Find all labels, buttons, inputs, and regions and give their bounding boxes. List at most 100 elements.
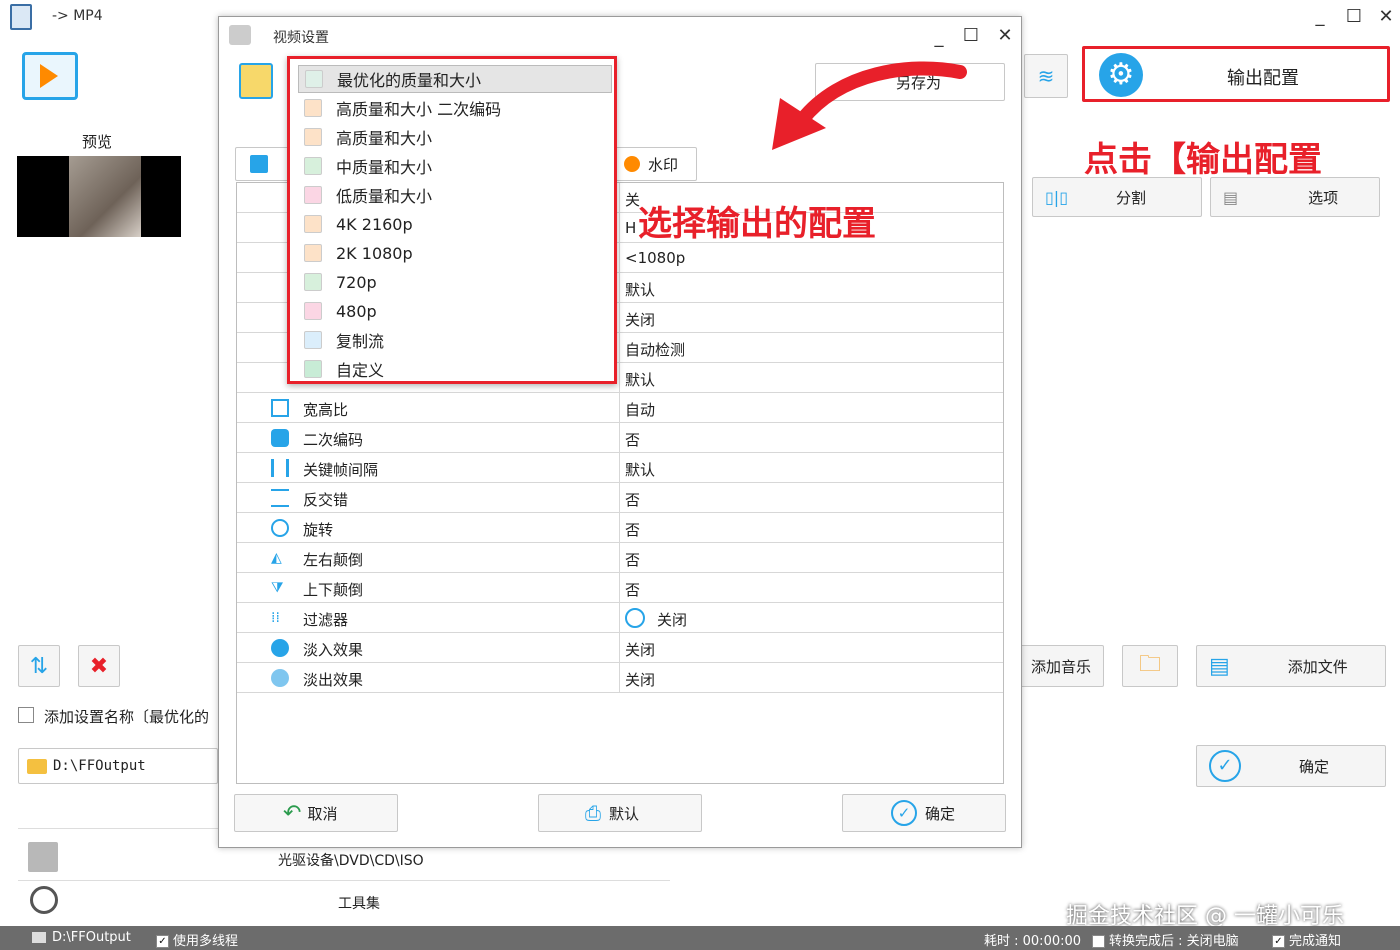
notify-checkbox[interactable]: ✓ 完成通知 (1272, 930, 1341, 949)
preset-option[interactable]: 自定义 (298, 355, 612, 383)
preview-label: 预览 (82, 133, 113, 151)
table-row[interactable]: ◭ 左右颠倒否 (237, 543, 1003, 573)
multithread-checkbox[interactable]: ✓ 使用多线程 (156, 930, 238, 949)
table-row[interactable]: ⧩ 上下颠倒否 (237, 573, 1003, 603)
preset-video-icon (304, 244, 322, 262)
dialog-minimize-icon[interactable]: _ (927, 27, 951, 48)
layers-button[interactable]: ≋ (1024, 54, 1068, 98)
preset-video-icon (304, 128, 322, 146)
gear-icon: ⚙ (1099, 53, 1143, 97)
dialog-default-button[interactable]: ⎙ 默认 (538, 794, 702, 832)
video-tab-icon (250, 155, 268, 173)
sort-button[interactable]: ⇅ (18, 645, 60, 687)
preset-icon (239, 63, 273, 99)
dialog-cancel-button[interactable]: ↶ 取消 (234, 794, 398, 832)
preset-option[interactable]: 最优化的质量和大小 (298, 65, 612, 93)
divider (18, 880, 670, 881)
add-folder-button[interactable]: 🗀 (1122, 645, 1178, 687)
output-folder-field[interactable]: D:\FFOutput (18, 748, 218, 784)
fade-in-icon (271, 639, 289, 657)
table-row[interactable]: 旋转否 (237, 513, 1003, 543)
preview-thumbnail (17, 156, 181, 237)
preset-option[interactable]: 中质量和大小 (298, 152, 612, 180)
aspect-ratio-icon (271, 399, 289, 417)
dialog-ok-button[interactable]: ✓ 确定 (842, 794, 1006, 832)
flip-vertical-icon: ⧩ (271, 580, 284, 596)
options-icon: ▤ (1223, 187, 1239, 207)
disc-icon (28, 842, 58, 872)
keyframe-icon (271, 459, 289, 477)
minimize-icon[interactable]: _ (1308, 6, 1332, 27)
add-folder-icon: 🗀 (1138, 652, 1161, 677)
preset-video-icon (304, 302, 322, 320)
table-row[interactable]: 关键帧间隔 默认 (237, 453, 1003, 483)
add-music-button[interactable]: 添加音乐 (1010, 645, 1104, 687)
remove-button[interactable]: ✖ (78, 645, 120, 687)
preset-option[interactable]: 4K 2160p (298, 210, 612, 238)
close-icon[interactable]: ✕ (1374, 6, 1398, 27)
preset-option[interactable]: 2K 1080p (298, 239, 612, 267)
status-output-path[interactable]: D:\FFOutput (52, 930, 131, 945)
list-item-tools[interactable]: 工具集 (338, 893, 380, 913)
preset-option[interactable]: 480p (298, 297, 612, 325)
preset-video-icon (304, 215, 322, 233)
split-button[interactable]: ▯|▯ 分割 (1032, 177, 1202, 217)
dialog-check-icon: ✓ (891, 800, 917, 826)
status-bar: D:\FFOutput ✓ 使用多线程 耗时 : 00:00:00 转换完成后 :… (0, 926, 1400, 950)
preset-video-icon (304, 273, 322, 291)
select-output-config-note: 选择输出的配置 (638, 204, 876, 244)
filter-off-icon (625, 608, 645, 628)
click-output-config-note: 点击【输出配置 (1084, 140, 1322, 180)
preset-video-icon (304, 186, 322, 204)
red-arrow-icon (772, 61, 967, 150)
preset-option[interactable]: 高质量和大小 二次编码 (298, 94, 612, 122)
split-icon: ▯|▯ (1045, 187, 1068, 207)
two-pass-icon (271, 429, 289, 447)
fade-out-icon (271, 669, 289, 687)
toolbox-icon (30, 886, 58, 914)
watermark-tab-icon (624, 156, 640, 172)
app-icon (10, 4, 32, 30)
filter-icon: ⁞⁞ (271, 610, 280, 626)
video-file-icon (22, 52, 78, 100)
preset-video-icon (304, 99, 322, 117)
check-circle-icon: ✓ (1209, 750, 1241, 782)
preset-option[interactable]: 低质量和大小 (298, 181, 612, 209)
dialog-close-icon[interactable]: ✕ (993, 25, 1017, 46)
tab-video[interactable] (235, 147, 295, 181)
table-row[interactable]: ⁞⁞ 过滤器 关闭 (237, 603, 1003, 633)
dialog-app-icon (229, 25, 251, 45)
table-row[interactable]: 淡出效果 关闭 (237, 663, 1003, 693)
preset-option[interactable]: 复制流 (298, 326, 612, 354)
add-setting-name-label: 添加设置名称〔最优化的 (44, 708, 210, 726)
output-folder-icon (32, 932, 46, 943)
table-row[interactable]: 二次编码否 (237, 423, 1003, 453)
preset-dropdown[interactable]: 最优化的质量和大小 高质量和大小 二次编码 高质量和大小 中质量和大小 低质量和… (287, 56, 617, 384)
deinterlace-icon (271, 489, 289, 507)
elapsed-time: 耗时 : 00:00:00 (984, 934, 1082, 949)
preset-video-icon (305, 70, 323, 88)
preset-option[interactable]: 720p (298, 268, 612, 296)
custom-icon (304, 360, 322, 378)
tab-watermark[interactable]: 水印 (615, 147, 697, 181)
maximize-icon[interactable]: ☐ (1342, 6, 1366, 27)
list-item-dvd[interactable]: 光驱设备\DVD\CD\ISO (278, 850, 424, 870)
add-setting-name-checkbox[interactable] (18, 707, 34, 723)
dialog-maximize-icon[interactable]: ☐ (959, 25, 983, 46)
table-row[interactable]: 淡入效果 关闭 (237, 633, 1003, 663)
dialog-title: 视频设置 (273, 30, 329, 46)
add-file-button[interactable]: ▤ 添加文件 (1196, 645, 1386, 687)
preset-option[interactable]: 高质量和大小 (298, 123, 612, 151)
options-button[interactable]: ▤ 选项 (1210, 177, 1380, 217)
main-ok-button[interactable]: ✓ 确定 (1196, 745, 1386, 787)
add-file-icon: ▤ (1209, 653, 1230, 679)
after-convert-checkbox[interactable]: 转换完成后 : 关闭电脑 (1092, 930, 1239, 949)
undo-arrow-icon: ↶ (283, 800, 302, 826)
output-config-button[interactable]: ⚙ 输出配置 (1082, 46, 1390, 102)
table-row[interactable]: 反交错否 (237, 483, 1003, 513)
rotate-icon (271, 519, 289, 537)
table-row[interactable]: 宽高比 自动 (237, 393, 1003, 423)
flip-horizontal-icon: ◭ (271, 550, 282, 566)
preset-video-icon (304, 157, 322, 175)
printer-icon: ⎙ (585, 801, 601, 825)
